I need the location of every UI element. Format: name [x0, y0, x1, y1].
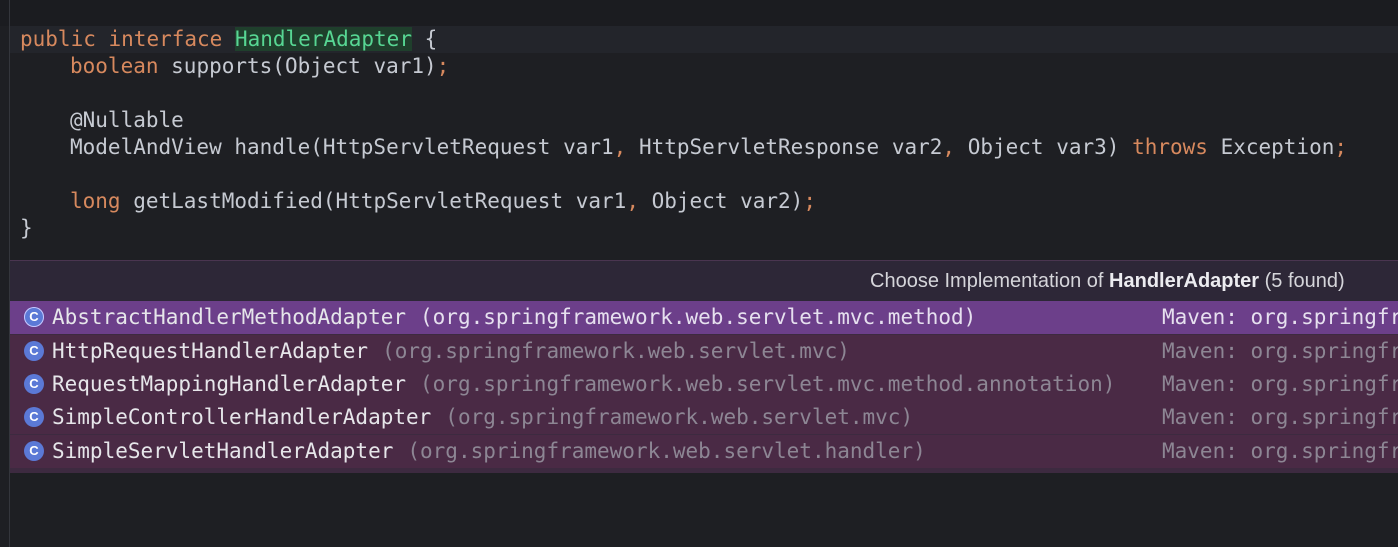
package-name: (org.springframework.web.servlet.mvc)	[445, 405, 914, 429]
package-name: (org.springframework.web.servlet.mvc.met…	[420, 305, 977, 329]
popup-title-count: (5 found)	[1259, 270, 1345, 292]
implementation-item-abstracthandlermethodadapter[interactable]: C AbstractHandlerMethodAdapter (org.sprin…	[10, 301, 1398, 334]
class-icon: C	[24, 307, 44, 327]
code-line-2[interactable]: boolean supports(Object var1);	[70, 53, 449, 80]
implementation-name: SimpleServletHandlerAdapter (org.springfr…	[52, 435, 926, 468]
package-name: (org.springframework.web.servlet.mvc.met…	[420, 372, 1116, 396]
keyword-interface: interface	[108, 27, 223, 51]
code-line-3[interactable]: @Nullable	[70, 107, 184, 134]
code-line-6[interactable]: }	[20, 215, 33, 242]
method-handle: ModelAndView handle(HttpServletRequest v…	[70, 135, 614, 159]
method-getlastmodified: getLastModified(HttpServletRequest var1	[120, 189, 627, 213]
exception-type: Exception	[1207, 135, 1335, 159]
implementation-name: RequestMappingHandlerAdapter (org.springf…	[52, 368, 1115, 401]
package-name: (org.springframework.web.servlet.handler…	[407, 439, 926, 463]
library-name: Maven: org.springframework	[1162, 305, 1398, 329]
interface-name[interactable]: HandlerAdapter	[234, 27, 412, 51]
code-line-1[interactable]: public interface HandlerAdapter {	[10, 26, 1398, 53]
code-line-5[interactable]: long getLastModified(HttpServletRequest …	[70, 188, 816, 215]
popup-title: Choose Implementation of HandlerAdapter …	[870, 261, 1345, 301]
library-name: Maven: org.springframework	[1162, 339, 1398, 363]
class-name: HttpRequestHandlerAdapter	[52, 339, 369, 363]
keyword-long: long	[70, 189, 121, 213]
class-icon: C	[24, 441, 44, 461]
popup-title-interface: HandlerAdapter	[1109, 270, 1260, 292]
class-icon: C	[24, 374, 44, 394]
implementation-item-requestmappinghandleradapter[interactable]: C RequestMappingHandlerAdapter (org.sprin…	[10, 368, 1398, 401]
semicolon: ;	[436, 54, 450, 78]
comma: ,	[613, 135, 627, 159]
param-object: Object var2)	[638, 189, 804, 213]
code-line-4[interactable]: ModelAndView handle(HttpServletRequest v…	[70, 134, 1347, 161]
semicolon: ;	[803, 189, 816, 213]
class-name: SimpleServletHandlerAdapter	[52, 439, 394, 463]
class-name: RequestMappingHandlerAdapter	[52, 372, 407, 396]
popup-header: Choose Implementation of HandlerAdapter …	[10, 261, 1398, 301]
popup-title-prefix: Choose Implementation of	[870, 270, 1110, 292]
class-name: SimpleControllerHandlerAdapter	[52, 405, 432, 429]
class-name: AbstractHandlerMethodAdapter	[52, 305, 407, 329]
code-editor[interactable]: public interface HandlerAdapter { boolea…	[0, 26, 1398, 260]
implementation-name: SimpleControllerHandlerAdapter (org.sprin…	[52, 401, 913, 434]
keyword-public: public	[20, 27, 96, 51]
annotation-nullable: @Nullable	[70, 108, 184, 132]
close-brace: }	[20, 216, 33, 240]
library-name: Maven: org.springframework	[1162, 372, 1398, 396]
param-object: Object var3)	[955, 135, 1133, 159]
package-name: (org.springframework.web.servlet.mvc)	[382, 339, 850, 363]
implementation-item-simpleservlethandleradapter[interactable]: C SimpleServletHandlerAdapter (org.spring…	[10, 435, 1398, 468]
library-name: Maven: org.springframework	[1162, 439, 1398, 463]
implementation-name: HttpRequestHandlerAdapter (org.springfram…	[52, 335, 850, 368]
open-brace: {	[411, 27, 438, 51]
method-supports: supports(Object var1)	[158, 54, 437, 78]
implementation-item-httprequesthandleradapter[interactable]: C HttpRequestHandlerAdapter (org.springfr…	[10, 335, 1398, 368]
comma: ,	[942, 135, 956, 159]
semicolon: ;	[1334, 135, 1348, 159]
editor-top-strip	[0, 0, 1398, 26]
keyword-throws: throws	[1132, 135, 1208, 159]
comma: ,	[626, 189, 639, 213]
keyword-boolean: boolean	[70, 54, 159, 78]
implementation-name: AbstractHandlerMethodAdapter (org.springf…	[52, 301, 976, 334]
library-name: Maven: org.springframework	[1162, 405, 1398, 429]
implementation-item-simplecontrollerhandleradapter[interactable]: C SimpleControllerHandlerAdapter (org.spr…	[10, 401, 1398, 434]
param-response: HttpServletResponse var2	[626, 135, 943, 159]
class-icon: C	[24, 341, 44, 361]
class-icon: C	[24, 407, 44, 427]
choose-implementation-popup[interactable]: Choose Implementation of HandlerAdapter …	[10, 260, 1398, 473]
